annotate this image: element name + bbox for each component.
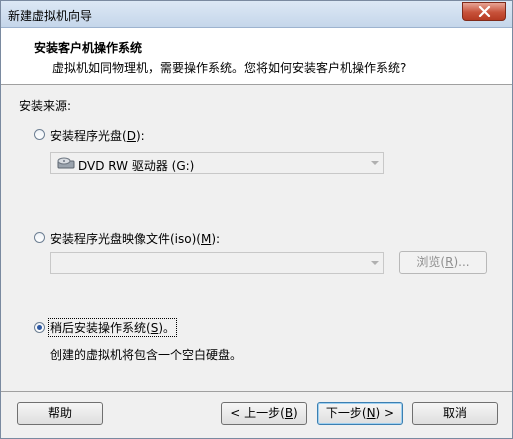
optical-drive-icon bbox=[57, 157, 75, 169]
help-button[interactable]: 帮助 bbox=[17, 402, 103, 425]
wizard-window: 新建虚拟机向导 安装客户机操作系统 虚拟机如同物理机，需要操作系统。您将如何安装… bbox=[0, 0, 513, 439]
title-bar: 新建虚拟机向导 bbox=[1, 1, 512, 28]
browse-button[interactable]: 浏览(R)... bbox=[399, 251, 487, 274]
footer-divider bbox=[1, 391, 512, 392]
radio-install-later[interactable] bbox=[34, 322, 45, 333]
wizard-header: 安装客户机操作系统 虚拟机如同物理机，需要操作系统。您将如何安装客户机操作系统? bbox=[1, 28, 512, 85]
install-later-label[interactable]: 稍后安装操作系统(S)。 bbox=[48, 318, 177, 337]
drive-select[interactable]: DVD RW 驱动器 (G:) bbox=[50, 152, 384, 174]
iso-image-label[interactable]: 安装程序光盘映像文件(iso)(M): bbox=[50, 230, 220, 247]
next-button[interactable]: 下一步(N) > bbox=[317, 402, 403, 425]
chevron-down-icon bbox=[371, 161, 379, 165]
cancel-button[interactable]: 取消 bbox=[412, 402, 498, 425]
install-source-label: 安装来源: bbox=[19, 99, 72, 113]
back-button[interactable]: < 上一步(B) bbox=[221, 402, 307, 425]
page-title: 安装客户机操作系统 bbox=[34, 41, 143, 55]
radio-installer-disc[interactable] bbox=[34, 129, 45, 140]
page-description: 虚拟机如同物理机，需要操作系统。您将如何安装客户机操作系统? bbox=[52, 61, 407, 75]
close-button[interactable] bbox=[462, 2, 506, 21]
drive-select-value: DVD RW 驱动器 (G:) bbox=[78, 159, 195, 173]
installer-disc-label[interactable]: 安装程序光盘(D): bbox=[50, 127, 145, 144]
install-later-description: 创建的虚拟机将包含一个空白硬盘。 bbox=[50, 348, 243, 362]
chevron-down-icon bbox=[371, 261, 379, 265]
window-title: 新建虚拟机向导 bbox=[8, 9, 93, 23]
iso-path-combo[interactable] bbox=[50, 252, 384, 274]
radio-iso-image[interactable] bbox=[34, 232, 45, 243]
close-icon bbox=[478, 6, 491, 17]
